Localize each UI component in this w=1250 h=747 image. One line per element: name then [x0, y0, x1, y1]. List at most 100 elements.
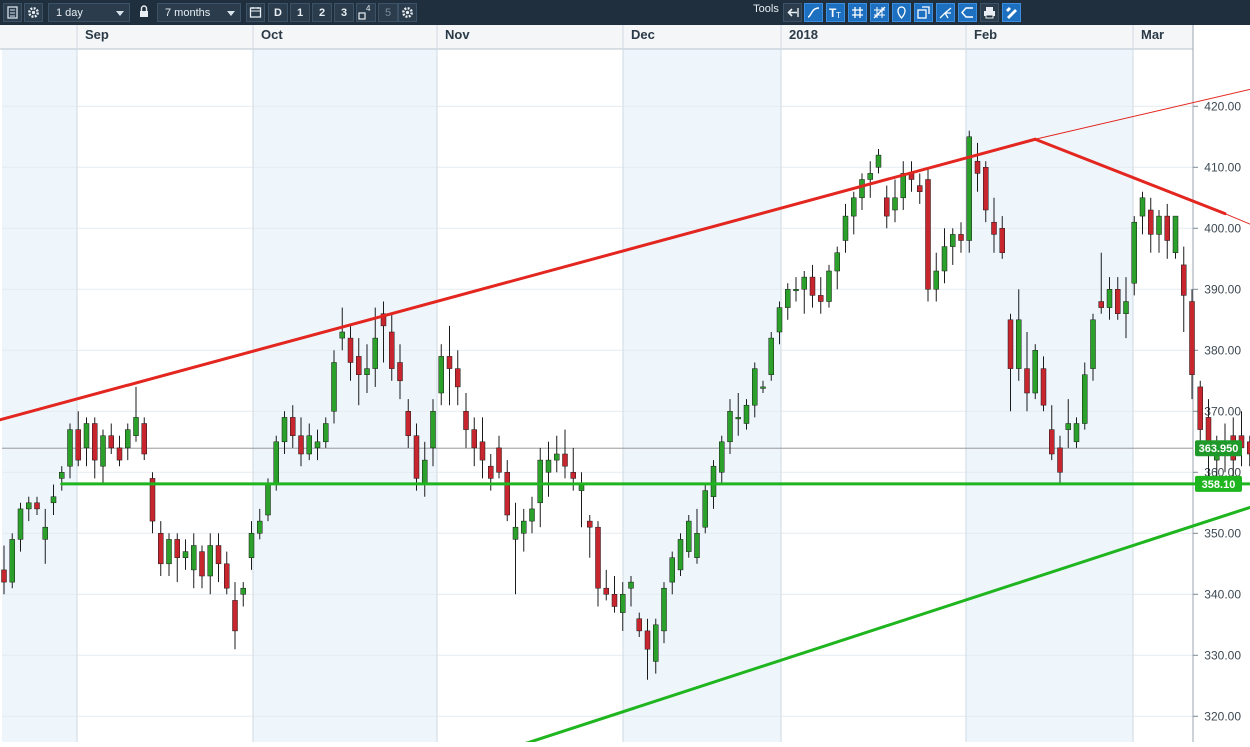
candle-up[interactable] [133, 417, 139, 436]
candlestick-chart-svg[interactable]: Sep Oct Nov Dec 2018 Feb Mar 320.00 330.00 340.00… [0, 25, 1250, 747]
candle-up[interactable] [661, 587, 667, 632]
candle-up[interactable] [9, 539, 15, 583]
candle-up[interactable] [306, 435, 312, 455]
candle-up[interactable] [372, 337, 378, 369]
candle-up[interactable] [50, 496, 57, 504]
candle-up[interactable] [191, 545, 197, 571]
period-3-button[interactable]: 3 [334, 3, 354, 22]
candle-down[interactable] [611, 594, 618, 607]
candle-up[interactable] [17, 508, 24, 540]
settings-icon[interactable] [24, 3, 43, 22]
candle-down[interactable] [1, 569, 7, 583]
candle-down[interactable] [199, 551, 205, 577]
candle-up[interactable] [669, 557, 675, 583]
candle-down[interactable] [504, 472, 510, 516]
period-1-button[interactable]: 1 [290, 3, 310, 22]
candle-up[interactable] [182, 551, 189, 558]
candle-down[interactable] [455, 368, 461, 388]
undo-icon[interactable] [783, 3, 802, 22]
candle-up[interactable] [248, 533, 255, 558]
candle-up[interactable] [529, 508, 535, 522]
pen-icon[interactable] [1002, 3, 1021, 22]
candle-up[interactable] [26, 502, 32, 510]
candle-up[interactable] [892, 197, 898, 211]
candle-down[interactable] [1181, 264, 1187, 296]
candle-down[interactable] [1057, 447, 1063, 473]
candle-up[interactable] [933, 270, 939, 290]
candle-up[interactable] [100, 435, 106, 467]
candle-down[interactable] [397, 362, 403, 382]
candle-up[interactable] [752, 368, 758, 406]
candle-up[interactable] [1123, 301, 1129, 314]
callout-icon[interactable] [958, 3, 977, 22]
candle-down[interactable] [570, 472, 576, 479]
candle-down[interactable] [917, 185, 923, 192]
candle-up[interactable] [554, 453, 560, 461]
candle-up[interactable] [702, 490, 708, 528]
candle-up[interactable] [653, 624, 659, 662]
candle-down[interactable] [347, 337, 354, 363]
candle-up[interactable] [207, 545, 213, 577]
print-icon[interactable] [980, 3, 999, 22]
candle-up[interactable] [1106, 289, 1113, 308]
period-2-button[interactable]: 2 [312, 3, 332, 22]
price-chart[interactable]: Sep Oct Nov Dec 2018 Feb Mar 320.00 330.00 340.00… [0, 25, 1250, 747]
candle-down[interactable] [413, 435, 420, 479]
candle-down[interactable] [983, 167, 989, 211]
candle-down[interactable] [587, 520, 593, 528]
candle-up[interactable] [686, 520, 692, 552]
candle-down[interactable] [595, 526, 601, 589]
candle-up[interactable] [537, 459, 543, 504]
candle-up[interactable] [735, 417, 741, 420]
candle-down[interactable] [925, 179, 931, 290]
candle-down[interactable] [463, 411, 469, 430]
candle-down[interactable] [488, 465, 494, 479]
candle-up[interactable] [1016, 319, 1022, 369]
candle-up[interactable] [545, 459, 552, 473]
text-tool-icon[interactable]: TT [826, 3, 845, 22]
candle-up[interactable] [1073, 423, 1080, 443]
candle-down[interactable] [1148, 209, 1154, 235]
candle-up[interactable] [677, 539, 684, 571]
candle-down[interactable] [158, 533, 164, 565]
candle-up[interactable] [240, 587, 246, 595]
candle-up[interactable] [281, 417, 288, 443]
menu-icon[interactable] [3, 3, 22, 22]
candle-down[interactable] [232, 600, 238, 632]
candle-down[interactable] [141, 423, 147, 455]
candle-down[interactable] [999, 228, 1005, 253]
candle-down[interactable] [174, 539, 180, 558]
candle-down[interactable] [405, 411, 411, 436]
candle-up[interactable] [842, 215, 849, 241]
calendar-icon[interactable] [246, 3, 265, 22]
candle-down[interactable] [1197, 386, 1203, 430]
candle-up[interactable] [826, 270, 832, 302]
candle-down[interactable] [446, 356, 453, 369]
candle-up[interactable] [125, 429, 131, 449]
candle-up[interactable] [727, 411, 733, 443]
candle-down[interactable] [1024, 368, 1030, 394]
candle-down[interactable] [1007, 319, 1014, 369]
candle-down[interactable] [356, 356, 362, 375]
curve-icon[interactable] [804, 3, 823, 22]
candle-down[interactable] [884, 197, 890, 217]
period-d-button[interactable]: D [268, 3, 288, 22]
candle-up[interactable] [1090, 319, 1096, 369]
candle-up[interactable] [59, 472, 65, 479]
candle-down[interactable] [1040, 368, 1047, 406]
candle-up[interactable] [966, 136, 972, 241]
candle-down[interactable] [471, 429, 477, 449]
candle-down[interactable] [636, 618, 642, 632]
candle-up[interactable] [941, 246, 948, 272]
candle-up[interactable] [83, 423, 90, 449]
candle-up[interactable] [760, 386, 766, 389]
candle-up[interactable] [1065, 423, 1071, 430]
candle-up[interactable] [867, 173, 873, 180]
crosshair-icon[interactable] [870, 3, 889, 22]
candle-down[interactable] [298, 435, 304, 455]
candle-down[interactable] [215, 545, 222, 565]
marker-icon[interactable] [892, 3, 911, 22]
candle-down[interactable] [479, 441, 486, 461]
candle-up[interactable] [314, 441, 321, 449]
fork-icon[interactable] [936, 3, 955, 22]
